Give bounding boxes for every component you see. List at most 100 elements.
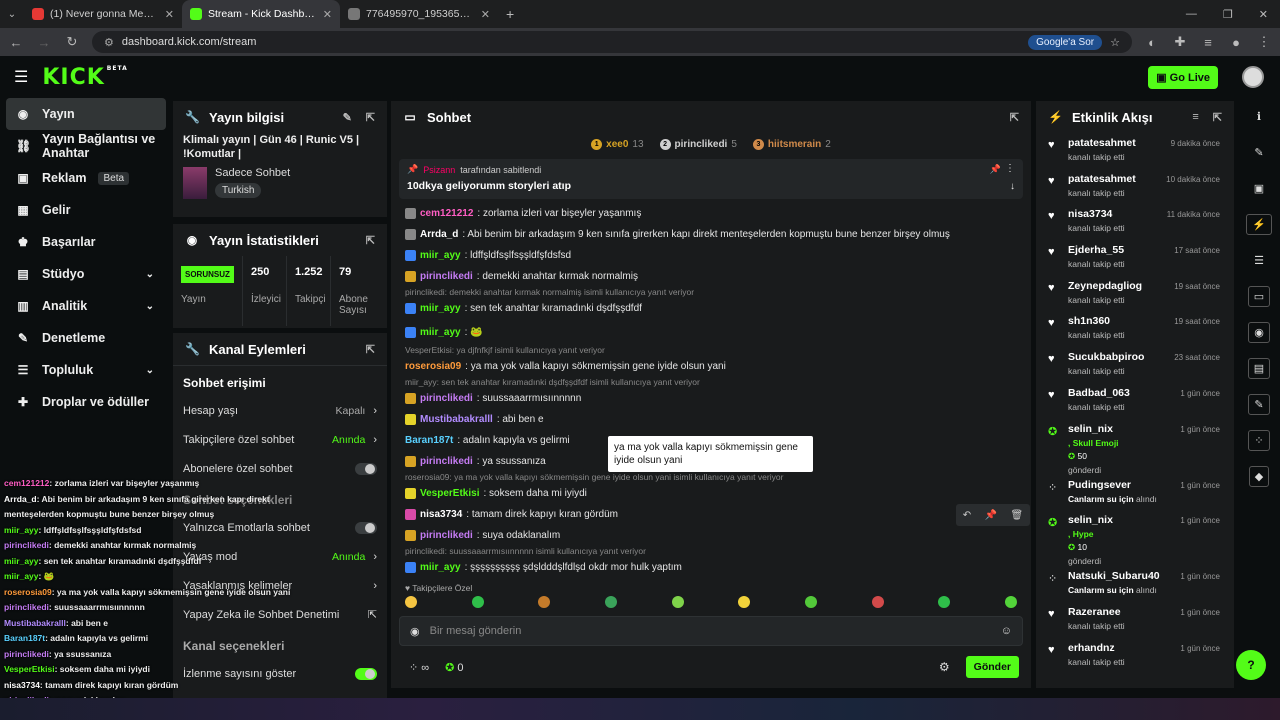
chevron-right-icon[interactable]: › (373, 551, 377, 563)
media-icon[interactable]: ≡ (1200, 35, 1216, 50)
chat-input[interactable]: ◉ Bir mesaj gönderin ☺ (399, 616, 1023, 646)
emote-icon[interactable] (405, 596, 417, 608)
sidebar-item-community[interactable]: ☰ Topluluk ⌄ (0, 354, 172, 386)
google-ask-button[interactable]: Google'a Sor (1028, 34, 1103, 50)
activity-item[interactable]: ♥ erhandnz kanalı takip etti 1 gün önce (1036, 638, 1234, 674)
close-window-icon[interactable]: ✕ (1259, 8, 1268, 21)
rail-button[interactable]: ▤ (1238, 350, 1280, 386)
send-button[interactable]: Gönder (965, 656, 1019, 678)
activity-item[interactable]: ⁘ Pudingsever Canlarım su için alındı 1 gün… (1036, 475, 1234, 511)
tab-search-icon[interactable]: ⌄ (0, 9, 24, 20)
popout-icon[interactable]: ⇱ (366, 234, 375, 247)
menu-kebab-icon[interactable]: ⋮ (1256, 34, 1272, 50)
activity-item[interactable]: ⁘ Natsuki_Subaru40 Canlarım su için alındı… (1036, 566, 1234, 602)
sidebar-item-studio[interactable]: ▤ Stüdyo ⌄ (0, 258, 172, 290)
sidebar-item-broadcast[interactable]: ◉ Yayın (6, 98, 166, 130)
chat-username[interactable]: Arrda_d (420, 229, 458, 240)
rail-button[interactable]: ⚡ (1238, 206, 1280, 242)
site-info-icon[interactable]: ⚙ (104, 36, 114, 49)
reply-icon[interactable]: ↶ (963, 510, 971, 521)
chat-settings-icon[interactable]: ⚙ (939, 660, 950, 674)
chat-message[interactable]: Mustibabakralll: abi ben e (391, 409, 1031, 430)
activity-item[interactable]: ♥ Razeranee kanalı takip etti 1 gün önce (1036, 602, 1234, 638)
chat-username[interactable]: pirinclikedi (420, 456, 473, 467)
external-link-icon[interactable]: ⇱ (368, 608, 377, 621)
emote-icon[interactable] (1004, 596, 1017, 608)
chat-username[interactable]: nisa3734 (420, 509, 462, 520)
chat-username[interactable]: miir_ayy (420, 250, 461, 261)
rail-button[interactable]: ▣ (1238, 170, 1280, 206)
emoji-picker-icon[interactable]: ☺ (1001, 625, 1012, 637)
chat-message[interactable]: miir_ayy: sen tek anahtar kıramadınki dş… (391, 298, 1031, 319)
rail-button[interactable]: ◆ (1238, 458, 1280, 494)
edit-icon[interactable]: ✎ (343, 111, 352, 124)
go-live-button[interactable]: ▣ Go Live (1148, 66, 1218, 89)
close-tab-icon[interactable]: ✕ (165, 8, 174, 21)
chat-message[interactable]: VesperEtkisi: soksem daha mi iyiydi (391, 483, 1031, 504)
sidebar-item-link[interactable]: ⛓ Yayın Bağlantısı ve Anahtar (0, 130, 172, 162)
profile-icon[interactable]: ● (1228, 35, 1244, 50)
activity-item[interactable]: ♥ patatesahmet kanalı takip etti 9 dakika ö… (1036, 133, 1234, 169)
chat-message[interactable]: pirinclikedi: suya odaklanalım (391, 525, 1031, 546)
rail-button[interactable]: ◉ (1238, 314, 1280, 350)
emote-icon[interactable] (604, 596, 617, 608)
url-field[interactable]: ⚙ dashboard.kick.com/stream Google'a Sor… (92, 31, 1132, 53)
delete-icon[interactable]: 🗑 (1011, 510, 1024, 521)
chat-username[interactable]: Baran187t (405, 435, 453, 446)
extensions-puzzle-icon[interactable]: ✚ (1172, 34, 1188, 50)
minimize-icon[interactable]: — (1186, 8, 1197, 21)
kick-logo[interactable]: KICK BETA (42, 65, 127, 90)
chat-username[interactable]: pirinclikedi (420, 271, 473, 282)
chat-username[interactable]: Mustibabakralll (420, 414, 493, 425)
activity-item[interactable]: ♥ Sucukbabpiroo kanalı takip etti 23 saat ö… (1036, 347, 1234, 383)
leaderboard-entry[interactable]: 2 pirinclikedi 5 (659, 138, 737, 150)
pinned-options-icon[interactable]: ⋮ (1005, 163, 1015, 174)
browser-tab[interactable]: (1) Never gonna Meow you up ✕ (24, 0, 182, 28)
chat-message[interactable]: nisa3734: tamam direk kapıyı kıran gördü… (391, 504, 1031, 525)
rail-button[interactable]: ⁘ (1238, 422, 1280, 458)
setting-toggle[interactable] (355, 521, 377, 534)
hamburger-menu-icon[interactable]: ☰ (14, 67, 28, 87)
back-icon[interactable]: ← (8, 35, 24, 50)
emote-icon[interactable] (538, 596, 551, 608)
emote-icon[interactable] (738, 596, 751, 608)
browser-tab[interactable]: 776495970_19536510419804981... ✕ (340, 0, 498, 28)
user-avatar[interactable] (1242, 66, 1264, 88)
emote-icon[interactable] (938, 596, 951, 608)
activity-item[interactable]: ♥ Zeynepdagliog kanalı takip etti 19 saat ö… (1036, 276, 1234, 312)
leaderboard-entry[interactable]: 3 hiitsmerain 2 (752, 138, 831, 150)
chat-message[interactable]: Arrda_d: Abi benim bir arkadaşım 9 ken s… (391, 224, 1031, 245)
activity-item[interactable]: ♥ nisa3734 kanalı takip etti 11 dakika önce (1036, 204, 1234, 240)
activity-item[interactable]: ♥ Ejderha_55 kanalı takip etti 17 saat önce (1036, 240, 1234, 276)
close-tab-icon[interactable]: ✕ (481, 8, 490, 21)
expand-pinned-icon[interactable]: ↓ (1010, 181, 1015, 192)
sidebar-item-moderation[interactable]: ✎ Denetleme (0, 322, 172, 354)
chat-username[interactable]: miir_ayy (420, 303, 461, 314)
new-tab-button[interactable]: + (506, 6, 514, 22)
sidebar-item-trophy[interactable]: ♚ Başarılar (0, 226, 172, 258)
chat-message[interactable]: miir_ayy: şşşşşşşşşş şdşldddşlfdlşd okdr… (391, 557, 1031, 578)
sidebar-item-revenue[interactable]: ▦ Gelir (0, 194, 172, 226)
pin-message-icon[interactable]: 📌 (985, 510, 997, 521)
popout-icon[interactable]: ⇱ (366, 343, 375, 356)
pinned-by-user[interactable]: Psizann (423, 165, 455, 175)
chevron-right-icon[interactable]: › (373, 434, 377, 446)
sidebar-item-analytics[interactable]: ▥ Analitik ⌄ (0, 290, 172, 322)
rail-button[interactable]: ▭ (1238, 278, 1280, 314)
chat-message[interactable]: pirinclikedi: suussaaarrmısıınnnnn (391, 388, 1031, 409)
popout-icon[interactable]: ⇱ (366, 111, 375, 124)
filter-icon[interactable]: ≡ (1192, 111, 1198, 124)
rail-button[interactable]: ℹ (1238, 98, 1280, 134)
activity-item[interactable]: ♥ Badbad_063 kanalı takip etti 1 gün önce (1036, 383, 1234, 419)
chat-message[interactable]: pirinclikedi: demekki anahtar kırmak nor… (391, 266, 1031, 287)
setting-row[interactable]: Takipçilere özel sohbet Anında › (173, 425, 387, 454)
rail-button[interactable]: ☰ (1238, 242, 1280, 278)
activity-item[interactable]: ✪ selin_nix , Hype ✪ 10 gönderdi 1 gün önce (1036, 510, 1234, 566)
chat-username[interactable]: cem121212 (420, 208, 473, 219)
leaderboard-entry[interactable]: 1 xee0 13 (591, 138, 644, 150)
sidebar-item-gift[interactable]: ✚ Droplar ve ödüller (0, 386, 172, 418)
rail-button[interactable]: ✎ (1238, 386, 1280, 422)
chat-username[interactable]: VesperEtkisi (420, 488, 479, 499)
browser-tab[interactable]: Stream - Kick Dashboard ✕ (182, 0, 340, 28)
chevron-right-icon[interactable]: › (373, 580, 377, 592)
